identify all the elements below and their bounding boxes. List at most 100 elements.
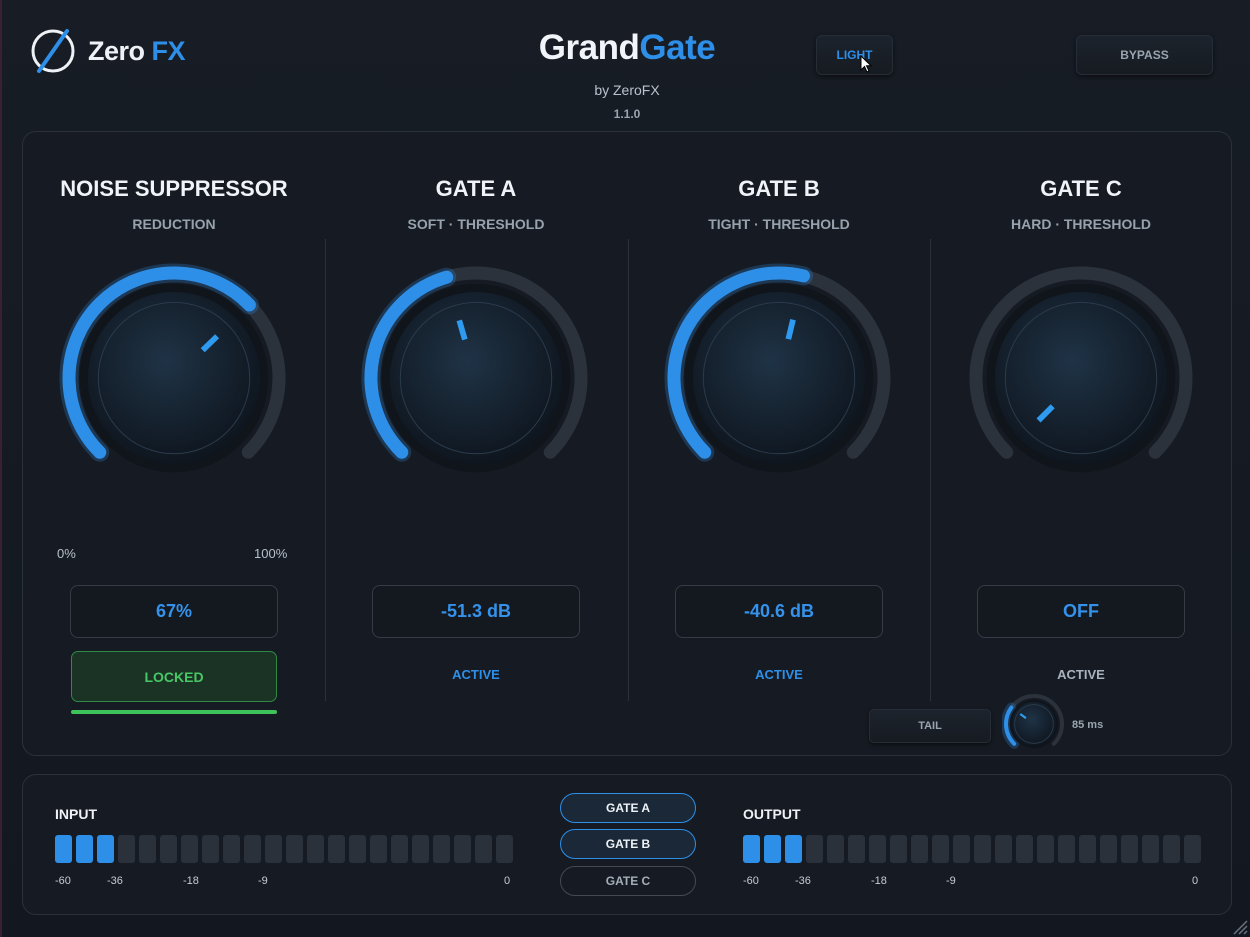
knob-body	[390, 292, 562, 464]
gate-b-status: ACTIVE	[755, 667, 803, 682]
gate-a-value[interactable]: -51.3 dB	[372, 585, 580, 638]
range-min-label: 0%	[57, 546, 76, 561]
meter-segment	[1079, 835, 1096, 863]
locked-indicator-bar	[71, 710, 277, 714]
meter-segment	[1163, 835, 1180, 863]
gate-b-value[interactable]: -40.6 dB	[675, 585, 883, 638]
meter-segment	[118, 835, 135, 863]
input-tick: -9	[258, 875, 268, 887]
meter-segment	[223, 835, 240, 863]
gate-select-a[interactable]: GATE A	[560, 793, 696, 823]
knob-body	[1012, 702, 1056, 746]
light-theme-button[interactable]: LIGHT	[816, 35, 893, 75]
meter-segment	[181, 835, 198, 863]
module-subtitle: SOFT · THRESHOLD	[407, 216, 545, 232]
module-subtitle: REDUCTION	[132, 216, 216, 232]
meter-segment	[454, 835, 471, 863]
byline: by ZeroFX	[594, 82, 660, 98]
gate-a-threshold-knob[interactable]	[358, 260, 594, 496]
meter-segment	[995, 835, 1012, 863]
module-title: NOISE SUPPRESSOR	[60, 176, 288, 201]
meter-segment	[475, 835, 492, 863]
meter-segment	[827, 835, 844, 863]
title-grand: Grand	[538, 28, 640, 67]
meter-segment	[412, 835, 429, 863]
meter-segment	[433, 835, 450, 863]
version-label: 1.1.0	[613, 107, 641, 121]
meter-segment	[869, 835, 886, 863]
gate-select-b[interactable]: GATE B	[560, 829, 696, 859]
module-gate-a: GATE A SOFT · THRESHOLD -51.3 dB ACTIVE	[325, 132, 627, 755]
meter-segment	[76, 835, 93, 863]
meter-segment	[202, 835, 219, 863]
input-meter	[55, 835, 513, 863]
meter-segment	[328, 835, 345, 863]
meter-segment	[370, 835, 387, 863]
reduction-value[interactable]: 67%	[70, 585, 278, 638]
meter-segment	[265, 835, 282, 863]
resize-grip-icon[interactable]	[1228, 915, 1248, 935]
locked-button[interactable]: LOCKED	[71, 651, 277, 702]
meters-panel: INPUT -60 -36 -18 -9 0 GATE A GATE B GAT…	[22, 774, 1232, 915]
meter-segment	[391, 835, 408, 863]
gate-c-status: ACTIVE	[1057, 667, 1105, 682]
reduction-knob[interactable]	[56, 260, 292, 496]
meter-segment	[244, 835, 261, 863]
meter-segment	[890, 835, 907, 863]
meter-segment	[160, 835, 177, 863]
knob-body	[693, 292, 865, 464]
meter-segment	[1037, 835, 1054, 863]
meter-segment	[1058, 835, 1075, 863]
module-gate-c: GATE C HARD · THRESHOLD OFF ACTIVE	[930, 132, 1232, 755]
meter-segment	[1142, 835, 1159, 863]
meter-segment	[55, 835, 72, 863]
meter-segment	[764, 835, 781, 863]
input-meter-label: INPUT	[55, 806, 97, 822]
knob-body	[995, 292, 1167, 464]
modules-panel: NOISE SUPPRESSOR REDUCTION 0% 100% 67% L…	[22, 131, 1232, 756]
plugin-window: Zero FX GrandGate by ZeroFX 1.1.0 LIGHT …	[0, 0, 1250, 937]
meter-segment	[496, 835, 513, 863]
meter-segment	[785, 835, 802, 863]
range-max-label: 100%	[254, 546, 288, 561]
output-meter-label: OUTPUT	[743, 806, 801, 822]
module-noise-suppressor: NOISE SUPPRESSOR REDUCTION 0% 100% 67% L…	[23, 132, 325, 755]
meter-segment	[974, 835, 991, 863]
meter-segment	[1016, 835, 1033, 863]
output-tick: -9	[946, 875, 956, 887]
meter-segment	[848, 835, 865, 863]
gate-c-threshold-knob[interactable]	[963, 260, 1199, 496]
meter-segment	[743, 835, 760, 863]
output-tick: -36	[795, 875, 811, 887]
meter-segment	[139, 835, 156, 863]
module-title: GATE A	[435, 176, 517, 201]
meter-segment	[953, 835, 970, 863]
meter-segment	[932, 835, 949, 863]
knob-body	[88, 292, 260, 464]
tail-value: 85 ms	[1072, 719, 1104, 731]
meter-segment	[349, 835, 366, 863]
module-title: GATE C	[1040, 176, 1122, 201]
input-tick: 0	[504, 875, 511, 887]
gate-b-threshold-knob[interactable]	[661, 260, 897, 496]
meter-segment	[806, 835, 823, 863]
meter-segment	[286, 835, 303, 863]
module-gate-b: GATE B TIGHT · THRESHOLD -40.6 dB ACTIVE	[628, 132, 930, 755]
output-tick: 0	[1192, 875, 1199, 887]
meter-segment	[1184, 835, 1201, 863]
output-meter	[743, 835, 1201, 863]
bypass-button[interactable]: BYPASS	[1076, 35, 1213, 75]
gate-c-value[interactable]: OFF	[977, 585, 1185, 638]
input-tick: -60	[55, 875, 71, 887]
meter-segment	[97, 835, 114, 863]
module-subtitle: TIGHT · THRESHOLD	[708, 216, 850, 232]
plugin-title: GrandGate	[2, 28, 1250, 68]
input-tick: -18	[183, 875, 199, 887]
tail-knob[interactable]	[1002, 692, 1066, 756]
title-gate: Gate	[639, 28, 716, 67]
output-tick: -60	[743, 875, 759, 887]
gate-select-c[interactable]: GATE C	[560, 866, 696, 896]
meter-segment	[307, 835, 324, 863]
tail-button[interactable]: TAIL	[869, 709, 991, 743]
mouse-cursor-icon	[860, 55, 873, 73]
